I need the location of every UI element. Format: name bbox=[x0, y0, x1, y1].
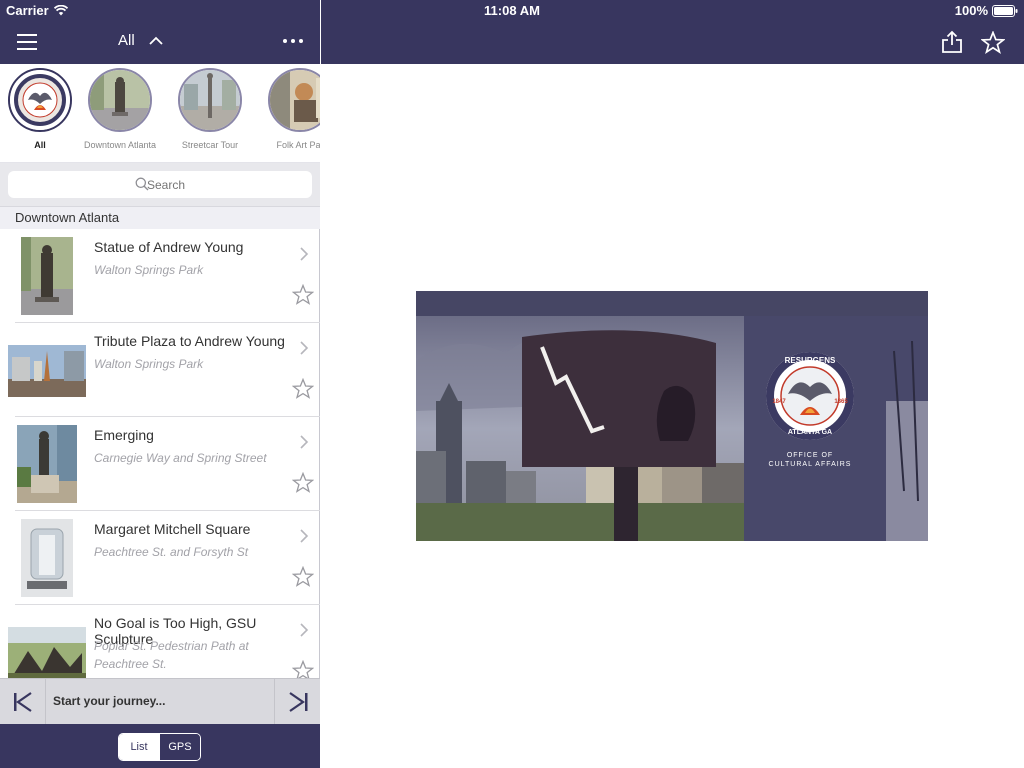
item-subtitle: Peachtree St. and Forsyth St bbox=[94, 545, 249, 559]
item-thumbnail bbox=[21, 519, 73, 597]
item-thumbnail bbox=[21, 237, 73, 315]
favorite-star-icon[interactable] bbox=[292, 378, 314, 400]
list-item[interactable]: Margaret Mitchell Square Peachtree St. a… bbox=[0, 511, 320, 605]
tour-label: All bbox=[34, 140, 46, 150]
office-line-1: OFFICE OF bbox=[787, 452, 833, 459]
tour-thumbnail bbox=[88, 68, 152, 132]
tour-filter-toggle[interactable]: All bbox=[118, 32, 163, 49]
item-subtitle: Walton Springs Park bbox=[94, 357, 204, 371]
journey-prompt[interactable]: Start your journey... bbox=[53, 694, 165, 708]
journey-bar: Start your journey... bbox=[0, 678, 320, 724]
item-title: Tribute Plaza to Andrew Young bbox=[94, 333, 285, 349]
item-subtitle: Carnegie Way and Spring Street bbox=[94, 451, 267, 465]
chevron-right-icon bbox=[300, 435, 309, 449]
search-icon bbox=[135, 177, 149, 191]
atlanta-seal-icon bbox=[8, 68, 72, 132]
share-icon[interactable] bbox=[941, 30, 963, 54]
search-bar bbox=[0, 163, 320, 207]
tour-downtown-atlanta[interactable]: Downtown Atlanta bbox=[80, 68, 160, 150]
view-mode-segmented-control[interactable]: List GPS bbox=[118, 733, 201, 761]
list-item[interactable]: Statue of Andrew Young Walton Springs Pa… bbox=[0, 229, 320, 323]
tour-label: Streetcar Tour bbox=[181, 140, 239, 150]
tour-label: Downtown Atlanta bbox=[83, 140, 157, 150]
list-item[interactable]: Emerging Carnegie Way and Spring Street bbox=[0, 417, 320, 511]
tour-carousel[interactable]: All Downtown Atlanta Streetcar Tour Folk… bbox=[0, 64, 320, 163]
chevron-right-icon bbox=[300, 341, 309, 355]
hamburger-menu-icon[interactable] bbox=[17, 33, 37, 51]
battery-icon bbox=[992, 4, 1018, 17]
status-bar: Carrier 11:08 AM 100% bbox=[0, 0, 1024, 20]
chevron-right-icon bbox=[300, 247, 309, 261]
item-thumbnail bbox=[8, 627, 86, 678]
favorite-star-icon[interactable] bbox=[292, 472, 314, 494]
chevron-right-icon bbox=[300, 623, 309, 637]
chevron-right-icon bbox=[300, 529, 309, 543]
seal-year-right: 1865 bbox=[834, 399, 848, 405]
battery-percent: 100% bbox=[954, 3, 988, 18]
item-thumbnail bbox=[8, 345, 86, 397]
item-subtitle: Walton Springs Park bbox=[94, 263, 204, 277]
item-title: Statue of Andrew Young bbox=[94, 239, 244, 255]
tour-thumbnail bbox=[268, 68, 320, 132]
favorite-star-icon[interactable] bbox=[292, 566, 314, 588]
item-subtitle: Poplar St. Pedestrian Path at Peachtree … bbox=[94, 639, 249, 671]
tour-folk-art-park[interactable]: Folk Art Par bbox=[260, 68, 320, 150]
seal-city: ATLANTA GA bbox=[788, 429, 832, 436]
search-input[interactable] bbox=[8, 171, 312, 198]
status-time: 11:08 AM bbox=[484, 3, 540, 18]
office-of-cultural-affairs-banner: RESURGENS ATLANTA GA 1847 1865 OFFICE OF… bbox=[416, 291, 928, 541]
section-header: Downtown Atlanta bbox=[0, 207, 320, 229]
favorite-star-icon[interactable] bbox=[292, 284, 314, 306]
skip-back-icon bbox=[14, 692, 32, 712]
filter-label: All bbox=[118, 32, 135, 49]
banner-image: RESURGENS ATLANTA GA 1847 1865 OFFICE OF… bbox=[416, 291, 928, 541]
next-stop-button[interactable] bbox=[274, 679, 320, 724]
tour-thumbnail bbox=[178, 68, 242, 132]
skip-forward-icon bbox=[289, 692, 308, 712]
tour-label: Folk Art Par bbox=[276, 140, 320, 150]
list-mode-button[interactable]: List bbox=[119, 734, 159, 760]
item-title: Margaret Mitchell Square bbox=[94, 521, 251, 537]
favorite-star-icon[interactable] bbox=[292, 660, 314, 678]
list-item[interactable]: Tribute Plaza to Andrew Young Walton Spr… bbox=[0, 323, 320, 417]
chevron-up-icon bbox=[149, 36, 163, 45]
more-options-icon[interactable] bbox=[282, 34, 304, 48]
previous-stop-button[interactable] bbox=[0, 679, 46, 724]
tour-all[interactable]: All bbox=[0, 68, 80, 150]
master-panel: All All Downtown Atlanta Streetcar Tour … bbox=[0, 0, 320, 768]
item-thumbnail bbox=[17, 425, 77, 503]
office-line-2: CULTURAL AFFAIRS bbox=[769, 461, 852, 468]
tour-streetcar[interactable]: Streetcar Tour bbox=[170, 68, 250, 150]
seal-motto: RESURGENS bbox=[785, 356, 836, 365]
bottom-toolbar: List GPS bbox=[0, 724, 320, 768]
battery: 100% bbox=[955, 3, 1018, 18]
list-item[interactable]: No Goal is Too High, GSU Sculpture Popla… bbox=[0, 605, 320, 678]
seal-year-left: 1847 bbox=[772, 399, 786, 405]
favorite-star-icon[interactable] bbox=[981, 31, 1005, 55]
gps-mode-button[interactable]: GPS bbox=[159, 734, 200, 760]
stop-list[interactable]: Statue of Andrew Young Walton Springs Pa… bbox=[0, 229, 320, 678]
item-title: Emerging bbox=[94, 427, 154, 443]
